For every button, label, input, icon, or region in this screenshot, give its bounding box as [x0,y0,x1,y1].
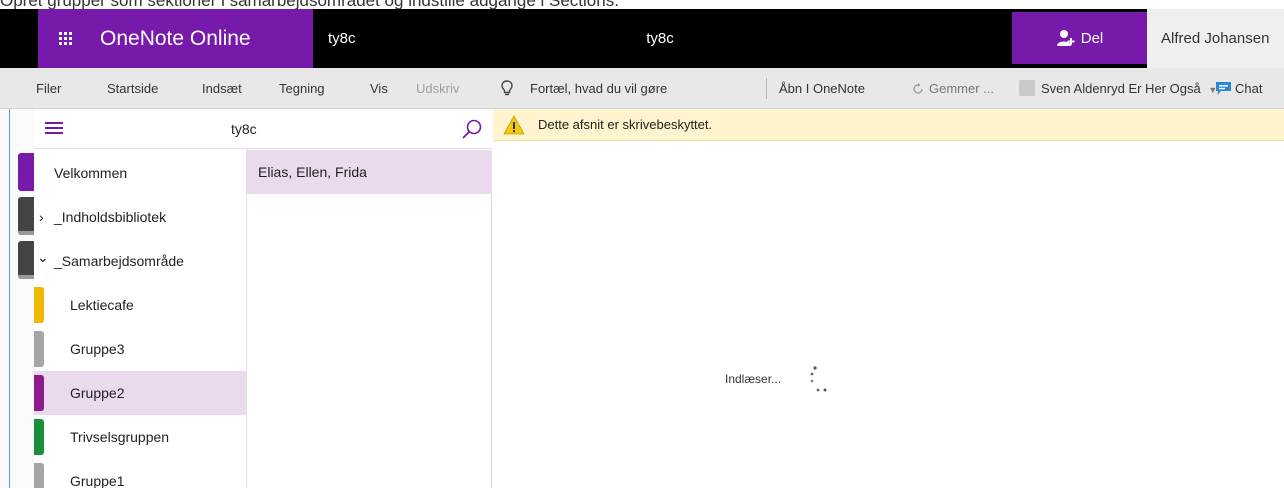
chat-icon [1216,82,1231,95]
section-color-tab [34,287,44,323]
page-item[interactable]: Elias, Ellen, Frida [247,150,492,194]
section-trivselsgruppen[interactable]: Trivselsgruppen [34,415,246,459]
section-pane: ty8c Velkommen › _Indholdsbibliotek ⌄ _S… [34,109,493,488]
coauthor-label: Sven Aldenryd Er Her Også [1041,81,1201,96]
hamburger-menu-icon[interactable] [45,122,63,135]
section-label: _Samarbejdsområde [54,253,184,269]
section-gruppe1[interactable]: Gruppe1 [34,459,246,488]
saving-status: Gemmer ... [929,81,995,96]
section-lektiecafe[interactable]: Lektiecafe [34,283,246,327]
section-label: Trivselsgruppen [70,429,170,445]
section-group-indholdsbibliotek[interactable]: › _Indholdsbibliotek [34,195,246,239]
page-canvas[interactable]: Indlæser... [493,142,1284,488]
coauthor-menu[interactable]: Sven Aldenryd Er Her Også ▼ [1041,68,1217,109]
tutorial-caption: Opret grupper som sektioner i samarbejds… [0,0,1284,9]
section-label: _Indholdsbibliotek [54,209,167,225]
navigation-header: ty8c [34,109,493,149]
section-label: Gruppe1 [70,473,125,488]
tab-file[interactable]: Filer [36,68,61,109]
ribbon-divider [766,78,767,99]
open-in-onenote-button[interactable]: Åbn I OneNote [779,68,865,109]
section-color-tab [34,463,44,488]
readonly-notice-text: Dette afsnit er skrivebeskyttet. [538,117,713,132]
app-name[interactable]: OneNote Online [93,9,313,68]
notebook-icon[interactable] [18,197,34,235]
chevron-right-icon: › [39,209,44,225]
loading-text: Indlæser... [725,372,782,386]
section-color-tab [34,419,44,455]
tab-home[interactable]: Startside [107,68,158,109]
ribbon: Filer Startside Indsæt Tegning Vis Udskr… [0,68,1284,109]
notebook-strip [0,109,34,488]
page-pane: Elias, Ellen, Frida [247,150,492,488]
user-account-name[interactable]: Alfred Johansen [1147,9,1284,68]
document-title: ty8c [646,30,674,47]
section-label: Velkommen [54,165,128,181]
section-velkommen[interactable]: Velkommen [34,151,246,195]
section-color-tab [34,331,44,367]
notebook-icon[interactable] [18,241,34,279]
section-color-tab [34,375,44,411]
share-button[interactable]: Del [1012,12,1147,64]
notebook-name[interactable]: ty8c [328,9,356,68]
loading-spinner-icon [810,366,827,392]
add-person-icon [1056,30,1075,46]
sync-icon [913,83,923,94]
chevron-down-icon: ⌄ [37,249,49,265]
warning-icon [503,115,525,135]
focus-border [9,109,10,488]
lightbulb-icon [501,80,513,96]
section-label: Gruppe2 [70,385,125,401]
tab-draw[interactable]: Tegning [279,68,325,109]
tab-view[interactable]: Vis [370,68,388,109]
section-group-samarbejdsomrade[interactable]: ⌄ _Samarbejdsområde [34,239,246,283]
avatar-icon [1019,80,1035,96]
app-launcher-button[interactable] [38,9,93,68]
search-icon[interactable] [461,118,483,140]
section-gruppe3[interactable]: Gruppe3 [34,327,246,371]
readonly-notice-bar: Dette afsnit er skrivebeskyttet. [493,109,1284,141]
chat-button[interactable]: Chat [1235,68,1262,109]
notebook-icon[interactable] [18,153,34,191]
tell-me-search[interactable]: Fortæl, hvad du vil gøre [530,68,667,109]
waffle-icon [59,32,72,45]
tab-print[interactable]: Udskriv [416,68,459,109]
section-label: Gruppe3 [70,341,125,357]
section-label: Lektiecafe [70,297,134,313]
section-gruppe2[interactable]: Gruppe2 [34,371,246,415]
share-label: Del [1080,29,1104,47]
notebook-title: ty8c [231,121,257,137]
tab-insert[interactable]: Indsæt [202,68,242,109]
